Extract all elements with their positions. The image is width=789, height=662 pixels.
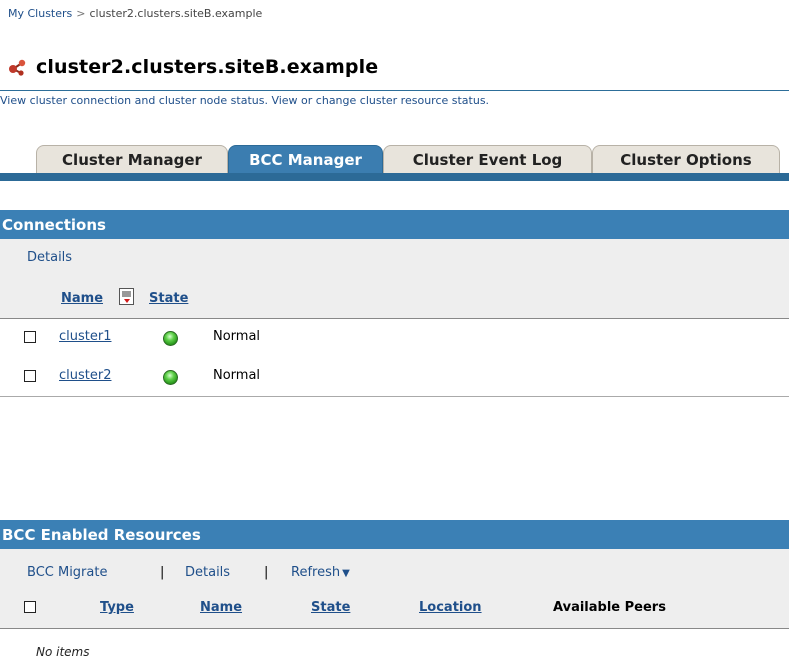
status-normal-icon [163,370,178,385]
title-row: cluster2.clusters.siteB.example [8,56,378,78]
sort-descending-icon[interactable] [119,288,134,305]
empty-state-text: No items [36,645,90,659]
connection-state: Normal [213,368,261,383]
select-all-checkbox[interactable] [24,601,36,613]
toolbar-separator: | [160,565,165,580]
resources-header-divider [0,628,789,629]
resources-details-link[interactable]: Details [185,565,230,580]
column-header-available-peers: Available Peers [553,600,666,615]
tab-cluster-options[interactable]: Cluster Options [592,145,780,173]
page-description: View cluster connection and cluster node… [0,90,789,107]
column-header-type[interactable]: Type [100,600,134,615]
resources-toolbar [0,549,789,629]
breadcrumb-current: cluster2.clusters.siteB.example [89,7,263,20]
connections-toolbar [0,239,789,319]
breadcrumb: My Clusters > cluster2.clusters.siteB.exam… [8,7,262,20]
tab-bar: Cluster Manager BCC Manager Cluster Even… [0,145,789,181]
connections-header: Connections [0,210,789,239]
column-header-name[interactable]: Name [61,291,103,306]
toolbar-separator: | [264,565,269,580]
resources-header: BCC Enabled Resources [0,520,789,549]
breadcrumb-my-clusters-link[interactable]: My Clusters [8,7,72,20]
breadcrumb-separator: > [76,7,86,20]
connections-table-bottom-divider [0,396,789,397]
column-header-name[interactable]: Name [200,600,242,615]
tab-bcc-manager[interactable]: BCC Manager [228,145,383,174]
tab-cluster-event-log[interactable]: Cluster Event Log [383,145,592,173]
chevron-down-icon: ▼ [342,568,350,579]
refresh-label: Refresh [291,565,341,580]
connection-state: Normal [213,329,261,344]
status-normal-icon [163,331,178,346]
bcc-migrate-link[interactable]: BCC Migrate [27,565,107,580]
connections-details-link[interactable]: Details [27,250,72,265]
connection-name-link[interactable]: cluster1 [59,329,111,344]
column-header-location[interactable]: Location [419,600,482,615]
column-header-state[interactable]: State [311,600,350,615]
connections-header-divider [0,318,789,319]
page-title: cluster2.clusters.siteB.example [36,56,379,78]
tab-bar-underline [0,173,789,181]
connection-row-checkbox[interactable] [24,370,36,382]
refresh-menu-button[interactable]: Refresh ▼ [291,565,350,580]
connection-name-link[interactable]: cluster2 [59,368,111,383]
tab-cluster-manager[interactable]: Cluster Manager [36,145,228,173]
connection-row-checkbox[interactable] [24,331,36,343]
cluster-icon [9,59,26,76]
column-header-state[interactable]: State [149,291,188,306]
